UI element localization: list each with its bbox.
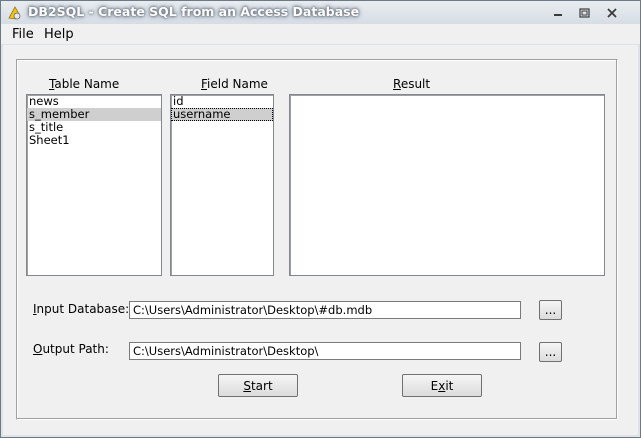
app-icon xyxy=(7,5,23,21)
result-textarea[interactable] xyxy=(289,94,605,276)
field-name-list[interactable]: id username xyxy=(170,94,274,276)
restore-icon xyxy=(578,8,590,18)
app-window: DB2SQL - Create SQL from an Access Datab… xyxy=(0,0,641,438)
minimize-icon xyxy=(554,14,562,16)
list-item[interactable]: username xyxy=(171,108,273,121)
input-database-field[interactable]: C:\Users\Administrator\Desktop\#db.mdb xyxy=(129,301,521,319)
maximize-button[interactable] xyxy=(573,6,595,20)
menu-file[interactable]: File xyxy=(12,27,34,42)
minimize-button[interactable] xyxy=(547,6,569,20)
list-item[interactable]: Sheet1 xyxy=(27,134,161,147)
client-area: Table Name Field Name Result news s_memb… xyxy=(3,45,638,435)
output-path-field[interactable]: C:\Users\Administrator\Desktop\ xyxy=(129,342,521,360)
browse-output-button[interactable]: ... xyxy=(539,342,562,362)
main-panel: Table Name Field Name Result news s_memb… xyxy=(16,59,618,420)
exit-button[interactable]: Ex it xyxy=(402,374,482,397)
close-button[interactable] xyxy=(601,6,623,20)
close-icon xyxy=(607,8,617,18)
menu-bar: File Help xyxy=(1,24,640,44)
input-database-label: Input Database: xyxy=(33,302,130,316)
browse-input-button[interactable]: ... xyxy=(539,300,562,320)
menu-help[interactable]: Help xyxy=(44,27,74,42)
field-name-label: Field Name xyxy=(201,77,268,91)
table-name-label: Table Name xyxy=(49,77,120,91)
table-name-list[interactable]: news s_member s_title Sheet1 xyxy=(26,94,162,276)
window-title: DB2SQL - Create SQL from an Access Datab… xyxy=(28,4,360,19)
title-bar[interactable]: DB2SQL - Create SQL from an Access Datab… xyxy=(1,1,640,24)
output-path-label: Output Path: xyxy=(33,342,109,356)
start-button[interactable]: Start xyxy=(218,374,298,397)
result-label: Result xyxy=(393,77,431,91)
